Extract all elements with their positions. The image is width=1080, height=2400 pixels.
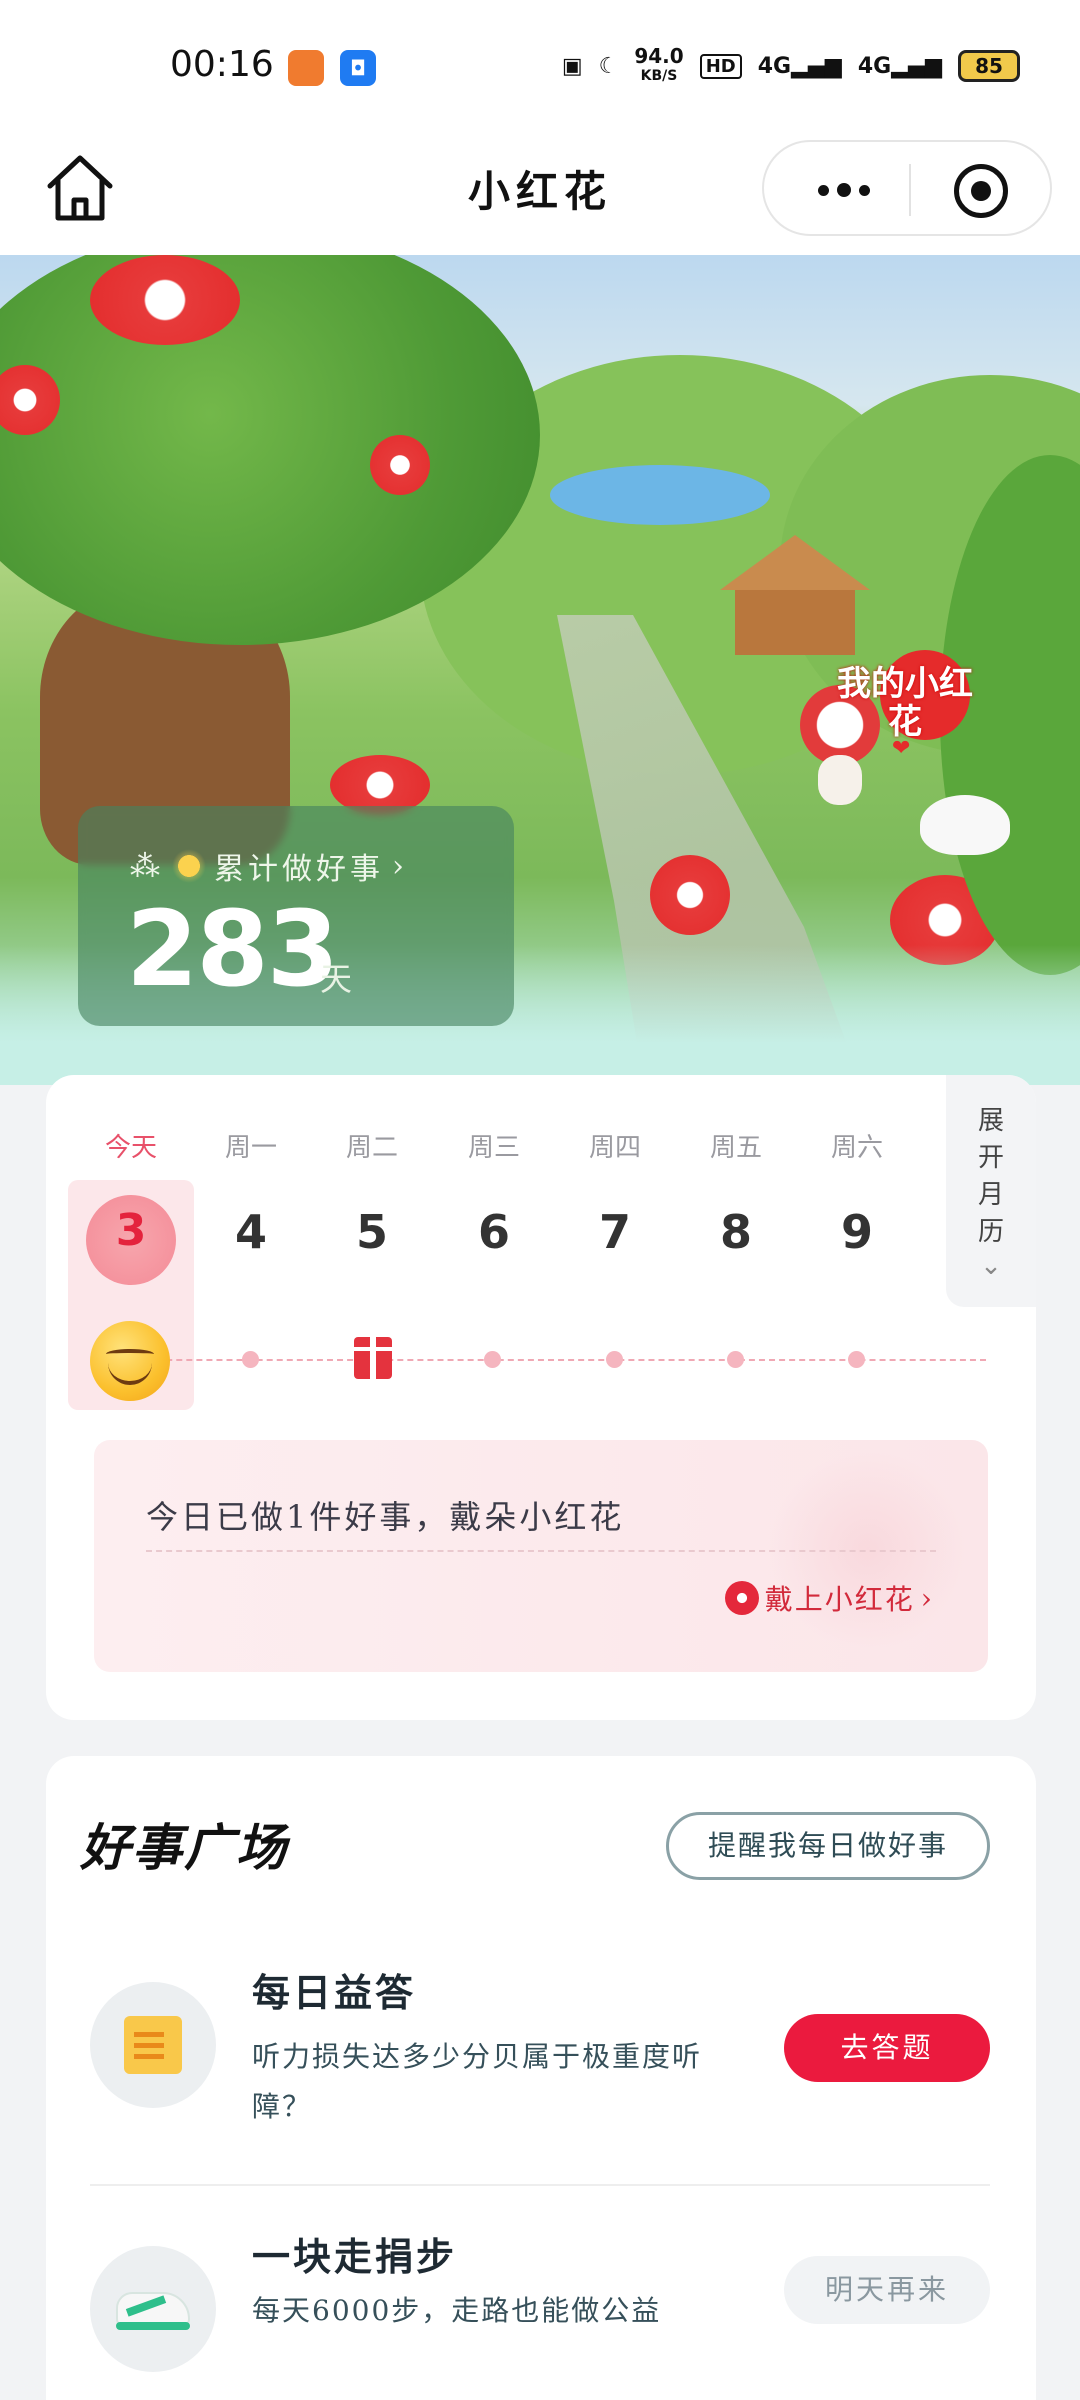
task-description: 听力损失达多少分贝属于极重度听障？ (252, 2040, 703, 2123)
day-cell[interactable]: 4 (201, 1205, 301, 1259)
cumulative-good-deeds-card[interactable]: ⁂ 累计做好事 › 283 天 (78, 806, 514, 1026)
shoe-icon-bg (90, 2246, 216, 2372)
flower-decoration (370, 435, 430, 495)
task-item-walk-donate: 一块走捐步 每天6000步，走路也能做公益 明天再来 (46, 2226, 1036, 2400)
flower-decoration (90, 255, 240, 345)
week-calendar-card: 今天 周一 周二 周三 周四 周五 周六 3 4 5 6 7 8 9 展开月历 … (46, 1075, 1036, 1720)
day-cell[interactable]: 7 (565, 1205, 665, 1259)
expand-month-label: 展开月历 (977, 1106, 1004, 1247)
stat-label: 累计做好事 (214, 852, 384, 887)
mini-program-capsule (762, 140, 1052, 236)
good-deeds-square-card: 好事广场 提醒我每日做好事 每日益答 听力损失达多少分贝属于极重度听障？ 去答题… (46, 1756, 1036, 2400)
expand-month-calendar-button[interactable]: 展开月历 ⌄ (946, 1075, 1036, 1307)
day-today[interactable]: 3 (81, 1205, 181, 1256)
moon-icon: ☾ (598, 53, 619, 79)
nfc-icon: ▣ (561, 53, 583, 79)
day-cell[interactable]: 6 (444, 1205, 544, 1259)
heart-chevron-icon: ❤ (892, 736, 911, 761)
signal-4g-1: 4G▂▄▆ (757, 53, 842, 79)
day-cell[interactable]: 9 (807, 1205, 907, 1259)
progress-dot (848, 1351, 865, 1368)
badge-text: 我的小红花 (837, 664, 973, 742)
chevron-right-icon: › (920, 1581, 934, 1615)
smiley-face-icon (90, 1321, 170, 1401)
more-icon[interactable] (804, 162, 884, 218)
weekday-wed: 周三 (467, 1133, 520, 1163)
notification-app-icon (288, 50, 324, 86)
progress-dot (606, 1351, 623, 1368)
progress-dot (242, 1351, 259, 1368)
hd-badge: HD (699, 53, 742, 79)
wear-flower-link[interactable]: 戴上小红花 › (724, 1578, 934, 1618)
goal-text: 今日已做1件好事，戴朵小红花 (146, 1498, 625, 1536)
navbar: 小红花 (0, 130, 1080, 255)
network-speed: 94.0 KB/S (634, 46, 683, 86)
day-cell[interactable]: 5 (322, 1205, 422, 1259)
progress-dot (727, 1351, 744, 1368)
weekday-sat: 周六 (830, 1133, 883, 1163)
stat-value: 283 (126, 888, 339, 1010)
stat-unit: 天 (320, 960, 353, 998)
task-title: 每日益答 (252, 1970, 417, 2015)
red-flower-icon (724, 1581, 759, 1615)
quiz-icon-bg (90, 1982, 216, 2108)
progress-dot (484, 1351, 501, 1368)
section-title: 好事广场 (80, 1818, 288, 1877)
status-time: 00:16 (170, 44, 274, 85)
answer-quiz-button[interactable]: 去答题 (784, 2014, 990, 2082)
weekday-fri: 周五 (709, 1133, 762, 1163)
signal-4g-1-label: 4G (757, 53, 792, 79)
goose-illustration (920, 795, 1010, 855)
chevron-down-icon: ⌄ (980, 1251, 1002, 1281)
notification-app-icon-2: ◘ (340, 50, 376, 86)
remind-daily-button[interactable]: 提醒我每日做好事 (666, 1812, 990, 1880)
wear-flower-label: 戴上小红花 (764, 1583, 915, 1616)
weekday-thu: 周四 (588, 1133, 641, 1163)
house-illustration (720, 535, 870, 655)
day-cell[interactable]: 8 (686, 1205, 786, 1259)
status-bar: 00:16 ◘ ▣ ☾ 94.0 KB/S HD 4G▂▄▆ 4G▂▄▆ 85 (0, 0, 1080, 130)
flower-decoration (650, 855, 730, 935)
pond-illustration (550, 465, 770, 525)
stat-label-row: ⁂ 累计做好事 › (130, 844, 408, 888)
task-divider (90, 2184, 990, 2186)
capsule-divider (909, 164, 911, 216)
my-flower-badge[interactable]: 我的小红花 ❤ (830, 650, 980, 761)
signal-4g-2-label: 4G (857, 53, 892, 79)
weekday-mon: 周一 (224, 1133, 277, 1163)
chevron-right-icon: › (392, 848, 408, 884)
sun-icon (172, 849, 206, 883)
quiz-card-icon (124, 2016, 182, 2074)
network-speed-value: 94.0 (634, 44, 684, 68)
sneaker-icon (116, 2282, 190, 2332)
battery-icon: 85 (958, 50, 1020, 82)
spark-icon: ⁂ (130, 848, 164, 884)
signal-4g-2: 4G▂▄▆ (857, 53, 942, 79)
come-back-tomorrow-button[interactable]: 明天再来 (784, 2256, 990, 2324)
gift-icon[interactable] (354, 1337, 392, 1379)
goal-divider (146, 1550, 936, 1552)
close-target-icon[interactable] (954, 164, 1008, 218)
network-speed-unit: KB/S (640, 68, 678, 84)
task-title: 一块走捐步 (252, 2234, 458, 2279)
task-description: 每天6000步，走路也能做公益 (252, 2294, 662, 2327)
weekday-tue: 周二 (345, 1133, 398, 1163)
status-right-group: ▣ ☾ 94.0 KB/S HD 4G▂▄▆ 4G▂▄▆ 85 (562, 46, 1020, 86)
task-item-daily-quiz: 每日益答 听力损失达多少分贝属于极重度听障？ 去答题 (46, 1962, 1036, 2162)
weekday-today: 今天 (104, 1133, 157, 1163)
today-goal-box: 今日已做1件好事，戴朵小红花 戴上小红花 › (94, 1440, 988, 1672)
